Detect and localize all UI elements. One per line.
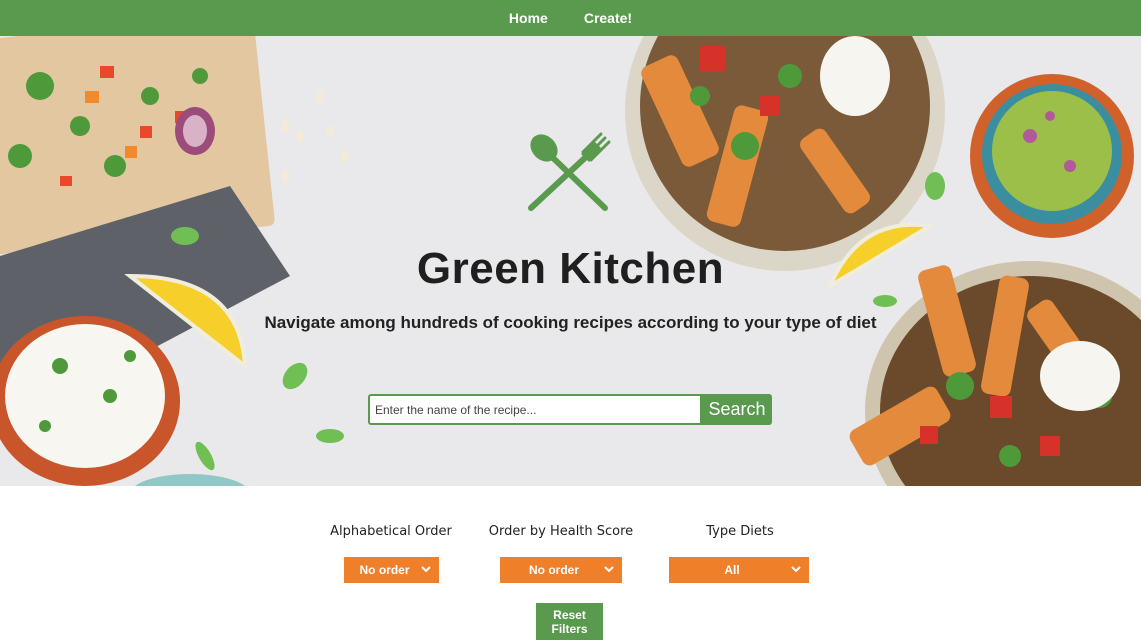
search-button[interactable]: Search <box>702 394 772 425</box>
chevron-down-icon <box>421 566 431 573</box>
chevron-down-icon <box>604 566 614 573</box>
type-diets-select[interactable]: All <box>669 557 809 583</box>
chevron-down-icon <box>791 566 801 573</box>
recipe-search-input[interactable] <box>368 394 702 425</box>
page-subtitle: Navigate among hundreds of cooking recip… <box>264 313 877 332</box>
type-diets-value: All <box>724 563 740 577</box>
filter-alphabetical: Alphabetical Order <box>322 524 460 553</box>
alphabetical-order-value: No order <box>359 563 410 577</box>
filter-type-diets-label: Type Diets <box>706 524 774 539</box>
filter-type-diets: Type Diets <box>690 524 790 553</box>
filter-health-score-label: Order by Health Score <box>488 524 634 539</box>
filters-bar: Alphabetical Order No order Order by Hea… <box>0 524 1141 584</box>
top-navbar: Home Create! <box>0 0 1141 36</box>
health-score-order-select[interactable]: No order <box>500 557 622 583</box>
health-score-order-value: No order <box>528 563 579 577</box>
nav-home-link[interactable]: Home <box>509 10 548 26</box>
spoon-fork-crossed-icon <box>525 132 611 214</box>
filter-health-score: Order by Health Score <box>484 524 638 553</box>
alphabetical-order-select[interactable]: No order <box>344 557 439 583</box>
filter-alphabetical-label: Alphabetical Order <box>330 524 452 539</box>
hero-banner: Green Kitchen Navigate among hundreds of… <box>0 36 1141 486</box>
nav-create-link[interactable]: Create! <box>584 10 632 26</box>
recipe-search-bar: Search <box>368 394 772 425</box>
page-title: Green Kitchen <box>416 244 725 293</box>
reset-filters-button[interactable]: Reset Filters <box>536 603 603 640</box>
